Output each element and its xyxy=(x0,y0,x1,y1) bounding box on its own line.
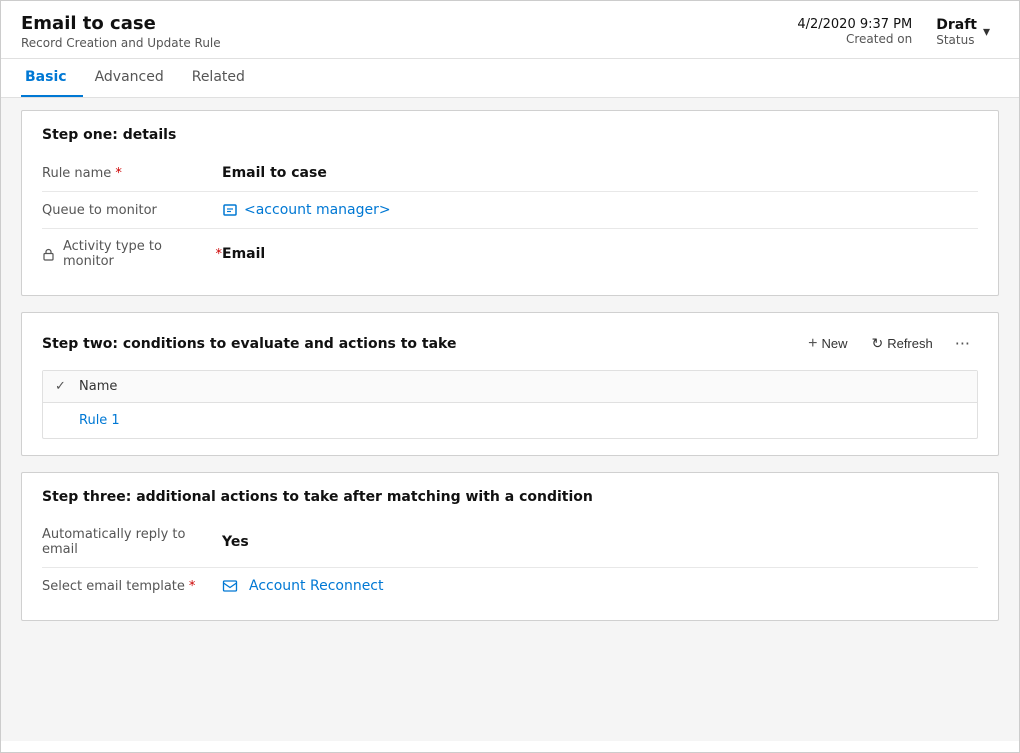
refresh-button[interactable]: ↻ Refresh xyxy=(861,330,942,357)
table-check-col: ✓ xyxy=(55,379,79,394)
main-content: Step one: details Rule name * Email to c… xyxy=(1,98,1019,741)
queue-icon xyxy=(222,202,238,218)
activity-type-value: Email xyxy=(222,246,978,262)
rules-table: ✓ Name Rule 1 xyxy=(42,370,978,439)
lock-icon xyxy=(42,248,55,261)
activity-type-label-text: Activity type to monitor xyxy=(63,239,212,269)
new-button[interactable]: + New xyxy=(798,330,857,358)
step-two-title: Step two: conditions to evaluate and act… xyxy=(42,336,457,352)
status-value: Draft xyxy=(936,17,977,33)
step-two-toolbar: + New ↻ Refresh ··· xyxy=(798,329,978,358)
header-status: Draft Status ▾ xyxy=(936,17,999,47)
email-template-label-text: Select email template xyxy=(42,579,185,594)
more-options-icon[interactable]: ··· xyxy=(947,329,978,358)
page-title: Email to case xyxy=(21,13,221,34)
created-label: Created on xyxy=(797,32,912,46)
table-header-row: ✓ Name xyxy=(43,371,977,403)
rule-name-label-text: Rule name xyxy=(42,166,111,181)
rule-name-value: Email to case xyxy=(222,165,978,181)
auto-reply-value: Yes xyxy=(222,534,978,550)
email-template-icon xyxy=(222,578,238,594)
field-label-rule-name: Rule name * xyxy=(42,166,222,181)
field-rule-name: Rule name * Email to case xyxy=(42,155,978,192)
email-template-link-text: Account Reconnect xyxy=(249,578,384,594)
header-meta: 4/2/2020 9:37 PM Created on xyxy=(797,17,912,46)
auto-reply-label-text: Automatically reply to email xyxy=(42,527,222,557)
queue-link-text: <account manager> xyxy=(244,202,391,218)
refresh-icon: ↻ xyxy=(871,335,883,352)
tab-related[interactable]: Related xyxy=(188,59,261,97)
header-left: Email to case Record Creation and Update… xyxy=(21,13,221,50)
tab-basic[interactable]: Basic xyxy=(21,59,83,97)
field-activity-type: Activity type to monitor * Email xyxy=(42,229,978,279)
field-auto-reply: Automatically reply to email Yes xyxy=(42,517,978,568)
queue-label-text: Queue to monitor xyxy=(42,203,157,218)
step-two-card: Step two: conditions to evaluate and act… xyxy=(21,312,999,456)
rule-name-required: * xyxy=(115,166,122,181)
status-label: Status xyxy=(936,33,977,47)
page-subtitle: Record Creation and Update Rule xyxy=(21,36,221,50)
field-label-auto-reply: Automatically reply to email xyxy=(42,527,222,557)
step-two-header: Step two: conditions to evaluate and act… xyxy=(42,329,978,358)
created-date: 4/2/2020 9:37 PM xyxy=(797,17,912,32)
tab-advanced[interactable]: Advanced xyxy=(91,59,180,97)
rule-1-link[interactable]: Rule 1 xyxy=(79,413,120,428)
table-col-name-header: Name xyxy=(79,379,117,394)
new-button-label: New xyxy=(821,336,847,351)
step-one-title: Step one: details xyxy=(42,127,978,143)
refresh-button-label: Refresh xyxy=(887,336,933,351)
status-chevron-icon[interactable]: ▾ xyxy=(983,24,999,40)
field-label-queue: Queue to monitor xyxy=(42,203,222,218)
field-email-template: Select email template * Account Reconnec… xyxy=(42,568,978,604)
tab-bar: Basic Advanced Related xyxy=(1,59,1019,98)
field-queue-to-monitor: Queue to monitor <account manager> xyxy=(42,192,978,229)
header-right: 4/2/2020 9:37 PM Created on Draft Status… xyxy=(797,17,999,47)
field-label-email-template: Select email template * xyxy=(42,579,222,594)
email-template-required: * xyxy=(189,579,196,594)
field-label-activity-type: Activity type to monitor * xyxy=(42,239,222,269)
page-header: Email to case Record Creation and Update… xyxy=(1,1,1019,59)
email-template-value[interactable]: Account Reconnect xyxy=(222,578,978,594)
plus-icon: + xyxy=(808,335,817,353)
step-three-title: Step three: additional actions to take a… xyxy=(42,489,978,505)
table-row: Rule 1 xyxy=(43,403,977,438)
step-one-card: Step one: details Rule name * Email to c… xyxy=(21,110,999,296)
queue-value[interactable]: <account manager> xyxy=(222,202,978,218)
step-three-card: Step three: additional actions to take a… xyxy=(21,472,999,621)
